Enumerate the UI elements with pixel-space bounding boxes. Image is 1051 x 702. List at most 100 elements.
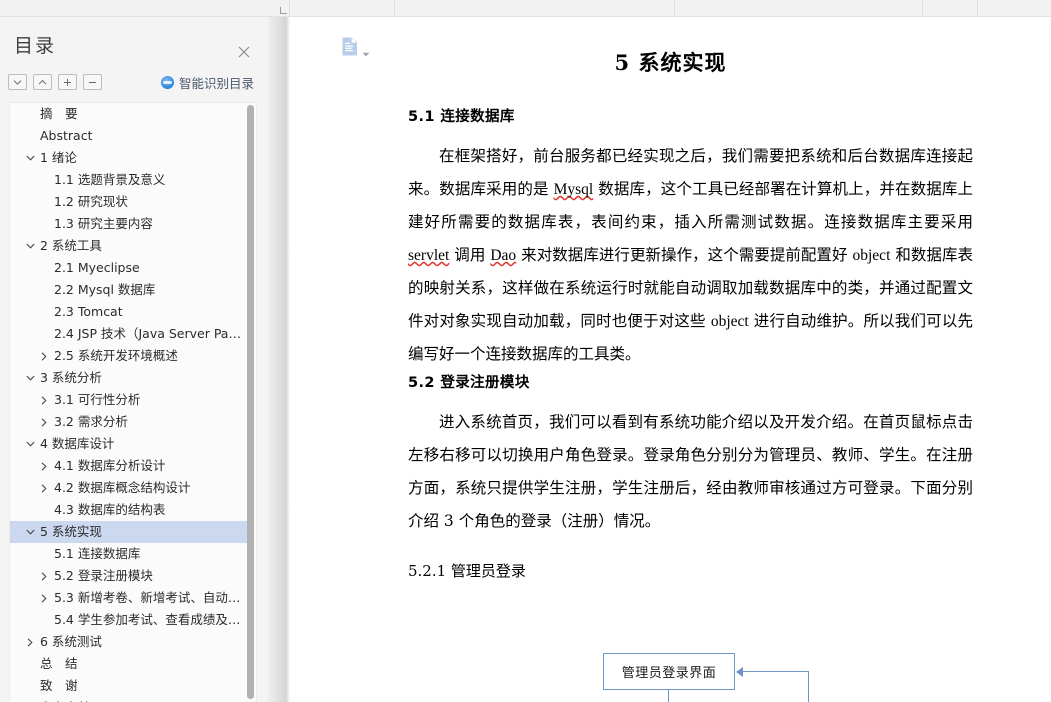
toc-item-label: 总 结 [40, 656, 78, 671]
toc-item-label: 2.2 Mysql 数据库 [54, 282, 156, 297]
flow-connector-horizontal [742, 671, 809, 672]
toc-item[interactable]: 4 数据库设计 [10, 433, 248, 455]
toc-item-label: 2.1 Myeclipse [54, 260, 140, 275]
toc-item-label: 摘 要 [40, 106, 78, 121]
toc-item[interactable]: 6 系统测试 [10, 631, 248, 653]
toc-item[interactable]: 2 系统工具 [10, 235, 248, 257]
chevron-right-icon[interactable] [23, 631, 37, 653]
misspelled-word: Mysql [553, 181, 594, 198]
chevron-down-icon[interactable] [23, 433, 37, 455]
text-run: object [710, 313, 749, 330]
toc-item[interactable]: 2.5 系统开发环境概述 [10, 345, 248, 367]
toc-item-label: 3 系统分析 [40, 370, 102, 385]
toc-item[interactable]: 4.2 数据库概念结构设计 [10, 477, 248, 499]
toc-item[interactable]: 3 系统分析 [10, 367, 248, 389]
toc-scrollbar[interactable] [247, 105, 254, 701]
smart-toc-button[interactable]: 智能识别目录 [160, 73, 254, 92]
toc-item-label: 2.3 Tomcat [54, 304, 123, 319]
toc-item-label: 1.2 研究现状 [54, 194, 128, 209]
document-page: 5 系统实现 5.1 连接数据库 在框架搭好，前台服务都已经实现之后，我们需要把… [290, 17, 1051, 702]
chevron-right-icon[interactable] [37, 411, 51, 433]
toc-item[interactable]: Abstract [10, 125, 248, 147]
chevron-down-icon[interactable] [23, 521, 37, 543]
misspelled-word: Dao [490, 247, 517, 264]
toc-item[interactable]: 4.3 数据库的结构表 [10, 499, 248, 521]
close-icon[interactable] [236, 44, 252, 60]
heading-5-2: 5.2 登录注册模块 [408, 375, 530, 391]
chevron-down-icon[interactable] [23, 147, 37, 169]
text-run: 来对数据库进行更新操作，这个需要提前配置好 [516, 246, 853, 264]
ruler-segment [290, 0, 395, 16]
toc-item-label: 6 系统测试 [40, 634, 102, 649]
toc-item-label: 4 数据库设计 [40, 436, 115, 451]
misspelled-word: servlet [408, 247, 450, 264]
chevron-down-icon[interactable] [8, 74, 27, 90]
toc-item-label: 5 系统实现 [40, 524, 102, 539]
toc-item-label: 1.3 研究主要内容 [54, 216, 153, 231]
toc-item[interactable]: 总 结 [10, 653, 248, 675]
toc-item-label: 1 绪论 [40, 150, 77, 165]
toc-item[interactable]: 5.3 新增考卷、新增考试、自动批 … [10, 587, 248, 609]
toc-item[interactable]: 参考文献 [10, 697, 248, 702]
chevron-right-icon[interactable] [37, 477, 51, 499]
paragraph-5-2: 进入系统首页，我们可以看到有系统功能介绍以及开发介绍。在首页鼠标点击左移右移可以… [408, 413, 973, 530]
document-body[interactable]: 5.1 连接数据库 在框架搭好，前台服务都已经实现之后，我们需要把系统和后台数据… [408, 105, 973, 581]
toc-item-label: 5.1 连接数据库 [54, 546, 141, 561]
toc-item[interactable]: 3.1 可行性分析 [10, 389, 248, 411]
toc-item[interactable]: 摘 要 [10, 103, 248, 125]
chevron-down-icon[interactable] [23, 235, 37, 257]
toc-item[interactable]: 2.3 Tomcat [10, 301, 248, 323]
toc-item[interactable]: 2.4 JSP 技术（Java Server Page… [10, 323, 248, 345]
ruler-segment [395, 0, 675, 16]
toc-item[interactable]: 5.4 学生参加考试、查看成绩及试 … [10, 609, 248, 631]
flow-connector-vertical [808, 671, 809, 702]
toc-item[interactable]: 3.2 需求分析 [10, 411, 248, 433]
toc-item[interactable]: 2.1 Myeclipse [10, 257, 248, 279]
document-heading-1: 5 系统实现 [614, 50, 727, 75]
toc-item[interactable]: 致 谢 [10, 675, 248, 697]
document-editor-window: 目录 智能识别目录 摘 要 Abstract 1 绪论 1.1 选题背景及意义 … [0, 0, 1051, 702]
chevron-right-icon[interactable] [37, 389, 51, 411]
toc-scrollbar-thumb[interactable] [247, 105, 254, 699]
flow-node-admin-login[interactable]: 管理员登录界面 [603, 653, 735, 690]
toc-toolbar [8, 74, 102, 90]
toc-item-label: 5.4 学生参加考试、查看成绩及试 … [54, 612, 248, 627]
text-run: object [852, 247, 891, 264]
toc-item[interactable]: 2.2 Mysql 数据库 [10, 279, 248, 301]
toc-item[interactable]: 4.1 数据库分析设计 [10, 455, 248, 477]
toc-item-label: 2.4 JSP 技术（Java Server Page… [54, 326, 248, 341]
chevron-right-icon[interactable] [37, 587, 51, 609]
ruler-segment [0, 0, 290, 16]
flow-arrow-left-icon [736, 667, 743, 677]
sidebar-divider[interactable] [268, 17, 290, 702]
toc-sidebar: 目录 智能识别目录 摘 要 Abstract 1 绪论 1.1 选题背景及意义 … [0, 17, 268, 702]
toc-item[interactable]: 5.2 登录注册模块 [10, 565, 248, 587]
flow-diagram: 管理员登录界面 [290, 637, 1051, 702]
toc-sidebar-header: 目录 智能识别目录 [0, 17, 268, 91]
heading-5-2-1: 5.2.1 管理员登录 [408, 562, 526, 580]
minus-icon[interactable] [83, 74, 102, 90]
heading-5-1: 5.1 连接数据库 [408, 109, 515, 125]
chevron-down-icon[interactable] [23, 367, 37, 389]
ruler-segment [675, 0, 923, 16]
toc-item[interactable]: 1.2 研究现状 [10, 191, 248, 213]
chevron-right-icon[interactable] [37, 455, 51, 477]
toc-item[interactable]: 1.3 研究主要内容 [10, 213, 248, 235]
toc-item[interactable]: 1.1 选题背景及意义 [10, 169, 248, 191]
toc-item[interactable]: 5.1 连接数据库 [10, 543, 248, 565]
plus-icon[interactable] [58, 74, 77, 90]
toc-item-label: 4.3 数据库的结构表 [54, 502, 166, 517]
chevron-up-icon[interactable] [33, 74, 52, 90]
indent-marker-icon[interactable] [280, 7, 287, 14]
toc-item[interactable]: 5 系统实现 [10, 521, 248, 543]
horizontal-ruler[interactable] [0, 0, 1051, 17]
toc-item[interactable]: 1 绪论 [10, 147, 248, 169]
toc-item-label: 1.1 选题背景及意义 [54, 172, 166, 187]
smart-recognize-icon [160, 76, 174, 89]
chevron-right-icon[interactable] [37, 345, 51, 367]
toc-item-label: 2 系统工具 [40, 238, 102, 253]
paragraph-5-1: 在框架搭好，前台服务都已经实现之后，我们需要把系统和后台数据库连接起来。数据库采… [408, 140, 973, 371]
toc-list: 摘 要 Abstract 1 绪论 1.1 选题背景及意义 1.2 研究现状 1.3 研究… [10, 103, 248, 702]
page-title: 目录 [14, 35, 57, 57]
chevron-right-icon[interactable] [37, 565, 51, 587]
